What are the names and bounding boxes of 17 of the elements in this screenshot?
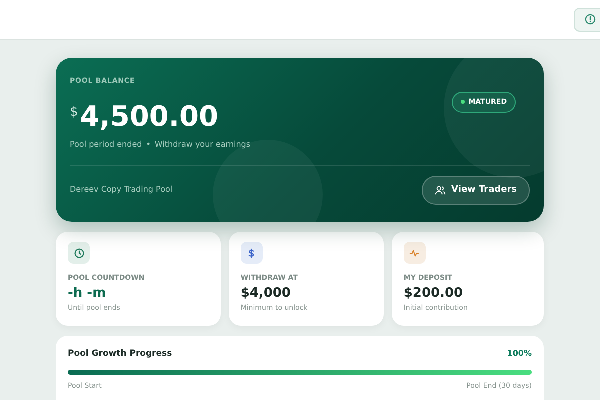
currency-sign: $ — [70, 104, 78, 122]
view-traders-button[interactable]: View Traders — [422, 176, 530, 205]
clock-icon — [74, 248, 84, 258]
pulse-icon — [409, 248, 420, 258]
stat-value: $200.00 — [404, 284, 464, 302]
pool-name: Dereev Copy Trading Pool — [70, 184, 173, 196]
progress-percent: 100% — [507, 348, 532, 360]
status-text: Pool period ended — [70, 138, 142, 150]
users-icon — [434, 184, 446, 196]
withdraw-text: Withdraw your earnings — [154, 138, 251, 150]
stat-value: $4,000 — [240, 284, 292, 302]
status-dot — [460, 100, 465, 104]
info-icon — [585, 14, 596, 25]
stat-value: -h -m — [68, 284, 108, 302]
separator-dot: • — [146, 138, 151, 150]
progress-title: Pool Growth Progress — [68, 348, 172, 361]
balance-amount: 4,500.00 — [80, 102, 218, 130]
